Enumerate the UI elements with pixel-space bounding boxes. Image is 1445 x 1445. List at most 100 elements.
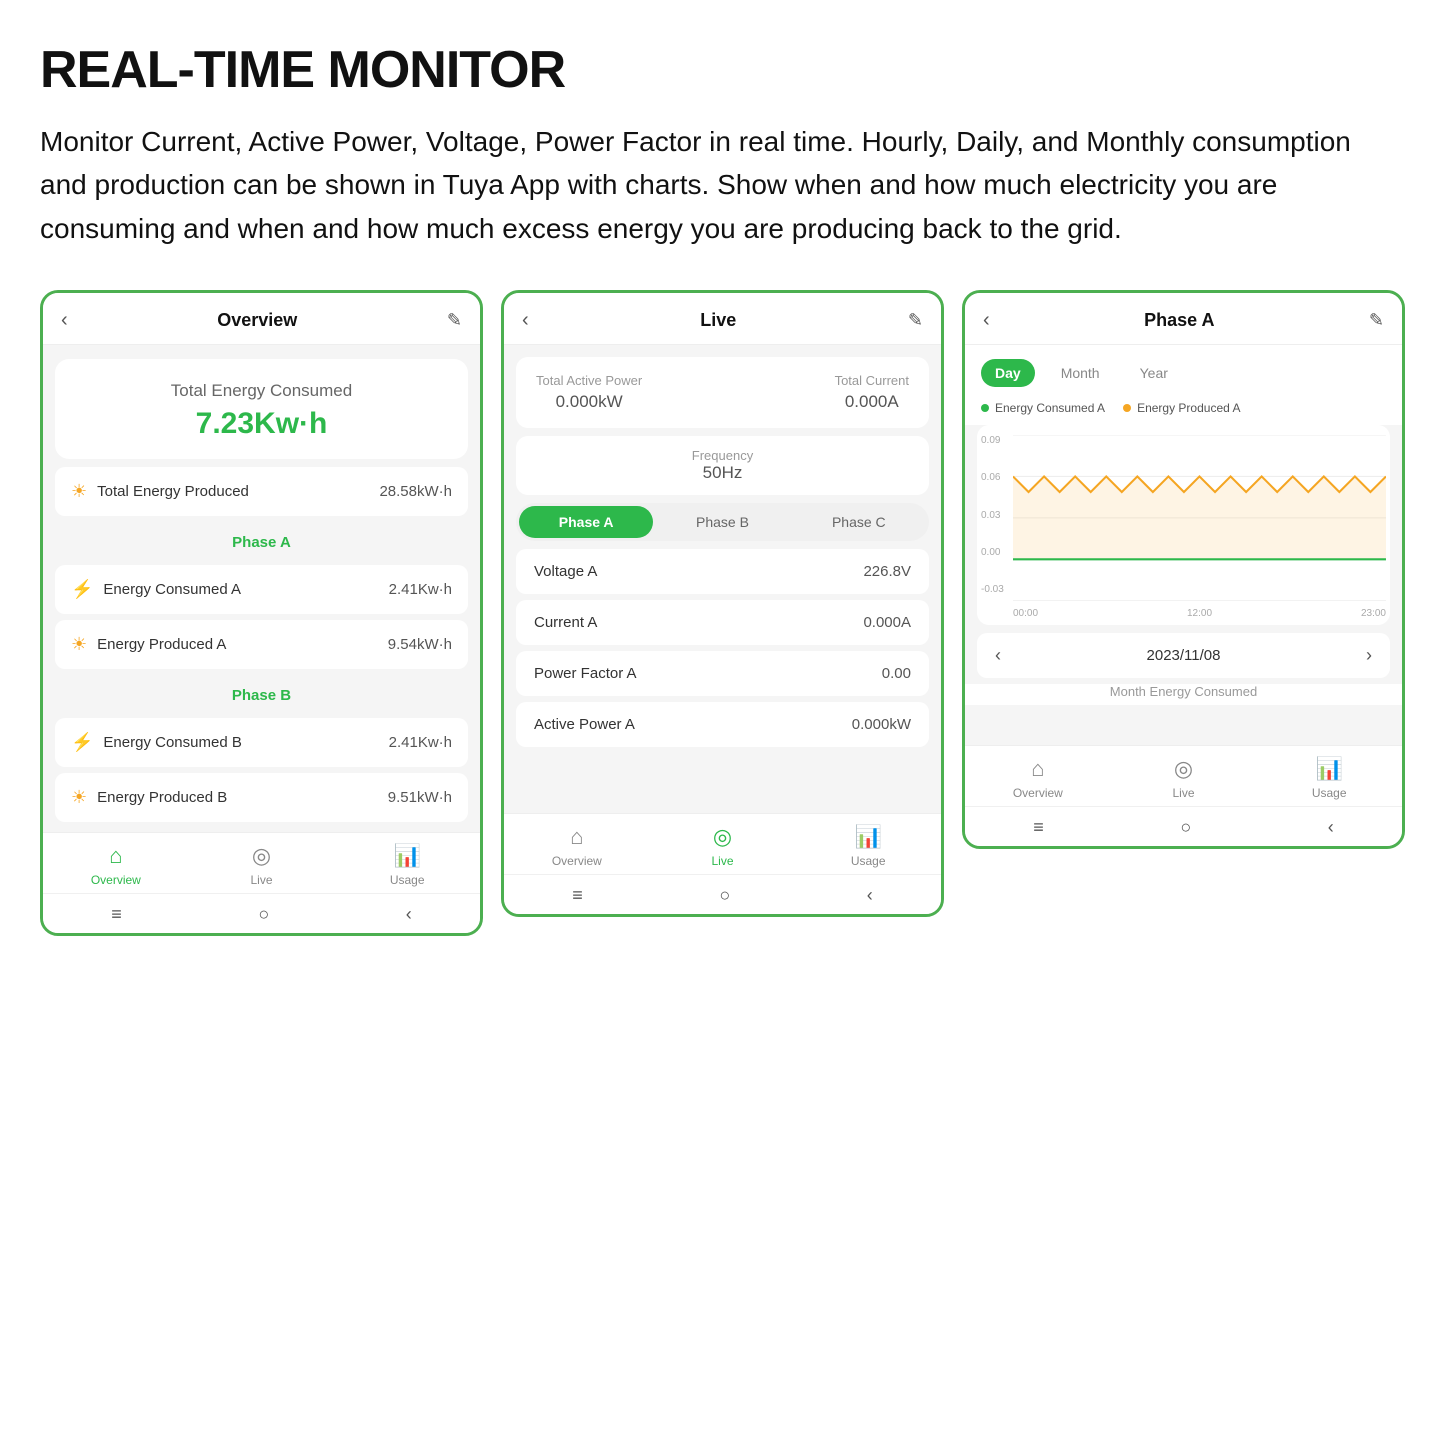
nav-usage-phase-a[interactable]: 📊 Usage	[1256, 756, 1402, 800]
energy-consumed-a-label: Energy Consumed A	[103, 581, 241, 598]
android-back-3[interactable]: ‹	[1328, 817, 1334, 838]
sun-icon-produced-b: ☀	[71, 787, 87, 808]
total-produced-left: ☀ Total Energy Produced	[71, 481, 249, 502]
android-bar-3: ≡ ○ ‹	[965, 806, 1402, 846]
active-power-a-label: Active Power A	[534, 716, 635, 733]
edit-icon-phase-a[interactable]: ✎	[1369, 310, 1384, 331]
live-topbar: ‹ Live ✎	[504, 293, 941, 345]
edit-icon-overview[interactable]: ✎	[447, 310, 462, 331]
current-a-label: Current A	[534, 614, 597, 631]
bolt-icon-consumed-a: ⚡	[71, 579, 93, 600]
nav-overview-label: Overview	[91, 873, 141, 887]
y-label-2: 0.03	[981, 510, 1004, 521]
chart-tab-month[interactable]: Month	[1047, 359, 1114, 387]
x-label-0: 00:00	[1013, 608, 1038, 619]
date-prev-arrow[interactable]: ‹	[995, 645, 1001, 666]
nav-live-active-label: Live	[712, 854, 734, 868]
nav-overview-phase-a-label: Overview	[1013, 786, 1063, 800]
nav-live-1[interactable]: ◎ Live	[189, 843, 335, 887]
nav-overview-live-label: Overview	[552, 854, 602, 868]
power-factor-a-value: 0.00	[882, 665, 911, 682]
month-energy-label: Month Energy Consumed	[965, 684, 1402, 705]
android-back-2[interactable]: ‹	[867, 885, 873, 906]
sun-icon-produced: ☀	[71, 481, 87, 502]
power-factor-a-metric: Power Factor A 0.00	[516, 651, 929, 696]
frequency-label: Frequency	[536, 448, 909, 463]
edit-icon-live[interactable]: ✎	[908, 310, 923, 331]
phase-tab-c[interactable]: Phase C	[792, 506, 926, 538]
total-current-label: Total Current	[835, 373, 909, 388]
y-label-0: 0.09	[981, 435, 1004, 446]
back-arrow-overview[interactable]: ‹	[61, 309, 68, 332]
overview-title: Overview	[217, 310, 297, 331]
y-label-3: 0.00	[981, 547, 1004, 558]
x-label-1: 12:00	[1187, 608, 1212, 619]
screen-live: ‹ Live ✎ Total Active Power 0.000kW Tota…	[501, 290, 944, 917]
live-summary: Total Active Power 0.000kW Total Current…	[516, 357, 929, 428]
bolt-icon-consumed-b: ⚡	[71, 732, 93, 753]
screens-container: ‹ Overview ✎ Total Energy Consumed 7.23K…	[40, 290, 1405, 936]
android-home-1[interactable]: ○	[258, 904, 269, 925]
energy-consumed-b-value: 2.41Kw·h	[389, 734, 452, 751]
energy-produced-a-left: ☀ Energy Produced A	[71, 634, 226, 655]
x-label-2: 23:00	[1361, 608, 1386, 619]
energy-produced-b-value: 9.51kW·h	[388, 789, 452, 806]
nav-overview[interactable]: ⌂ Overview	[43, 843, 189, 887]
nav-overview-phase-a[interactable]: ⌂ Overview	[965, 756, 1111, 800]
android-menu-1[interactable]: ≡	[111, 904, 122, 925]
wifi-icon-phase-a: ◎	[1174, 756, 1193, 782]
nav-overview-live-screen[interactable]: ⌂ Overview	[504, 824, 650, 868]
nav-usage-1[interactable]: 📊 Usage	[334, 843, 480, 887]
chart-icon-live: 📊	[854, 824, 881, 850]
phase-b-header: Phase B	[55, 679, 468, 712]
power-factor-a-label: Power Factor A	[534, 665, 637, 682]
legend-consumed-a: Energy Consumed A	[981, 401, 1105, 415]
phase-tabs: Phase A Phase B Phase C	[516, 503, 929, 541]
phase-tab-b[interactable]: Phase B	[655, 506, 789, 538]
energy-consumed-b-label: Energy Consumed B	[103, 734, 241, 751]
total-produced-value: 28.58kW·h	[379, 483, 452, 500]
chart-icon-phase-a: 📊	[1315, 756, 1342, 782]
energy-produced-b-label: Energy Produced B	[97, 789, 227, 806]
nav-live-active[interactable]: ◎ Live	[650, 824, 796, 868]
nav-live-phase-a[interactable]: ◎ Live	[1111, 756, 1257, 800]
chart-icon-1: 📊	[393, 843, 420, 869]
legend-produced-a: Energy Produced A	[1123, 401, 1240, 415]
hero-label: Total Energy Consumed	[75, 381, 448, 401]
total-produced-row: ☀ Total Energy Produced 28.58kW·h	[55, 467, 468, 516]
phase-a-bottom-nav: ⌂ Overview ◎ Live 📊 Usage	[965, 745, 1402, 806]
voltage-a-metric: Voltage A 226.8V	[516, 549, 929, 594]
energy-produced-b-left: ☀ Energy Produced B	[71, 787, 227, 808]
phase-a-topbar: ‹ Phase A ✎	[965, 293, 1402, 345]
date-display: 2023/11/08	[1147, 647, 1221, 664]
total-produced-label: Total Energy Produced	[97, 483, 249, 500]
frequency-block: Frequency 50Hz	[516, 436, 929, 495]
nav-live-phase-a-label: Live	[1173, 786, 1195, 800]
chart-svg	[1013, 435, 1386, 601]
back-arrow-live[interactable]: ‹	[522, 309, 529, 332]
nav-usage-live[interactable]: 📊 Usage	[795, 824, 941, 868]
android-home-3[interactable]: ○	[1180, 817, 1191, 838]
date-nav: ‹ 2023/11/08 ›	[977, 633, 1390, 678]
energy-consumed-a-row: ⚡ Energy Consumed A 2.41Kw·h	[55, 565, 468, 614]
energy-consumed-a-value: 2.41Kw·h	[389, 581, 452, 598]
phase-tab-a[interactable]: Phase A	[519, 506, 653, 538]
chart-tab-day[interactable]: Day	[981, 359, 1035, 387]
android-home-2[interactable]: ○	[719, 885, 730, 906]
energy-produced-b-row: ☀ Energy Produced B 9.51kW·h	[55, 773, 468, 822]
chart-tab-year[interactable]: Year	[1126, 359, 1182, 387]
back-arrow-phase-a[interactable]: ‹	[983, 309, 990, 332]
date-next-arrow[interactable]: ›	[1366, 645, 1372, 666]
y-label-4: -0.03	[981, 584, 1004, 595]
legend-dot-produced	[1123, 404, 1131, 412]
nav-usage-live-label: Usage	[851, 854, 886, 868]
android-back-1[interactable]: ‹	[406, 904, 412, 925]
live-bottom-nav: ⌂ Overview ◎ Live 📊 Usage	[504, 813, 941, 874]
android-menu-2[interactable]: ≡	[572, 885, 583, 906]
android-menu-3[interactable]: ≡	[1033, 817, 1044, 838]
chart-x-labels: 00:00 12:00 23:00	[1013, 608, 1386, 619]
nav-usage-phase-a-label: Usage	[1312, 786, 1347, 800]
voltage-a-value: 226.8V	[863, 563, 911, 580]
chart-tabs: Day Month Year	[965, 345, 1402, 397]
y-label-1: 0.06	[981, 472, 1004, 483]
